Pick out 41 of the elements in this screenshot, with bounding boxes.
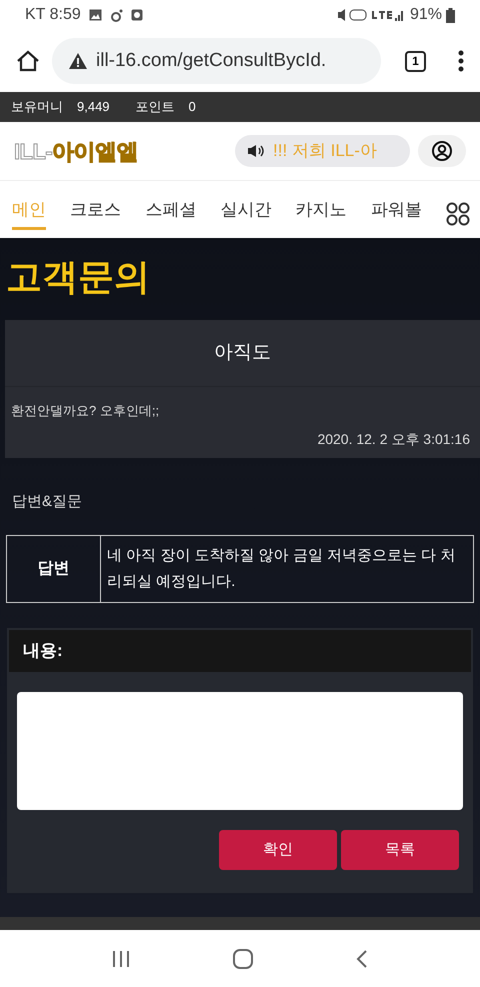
signal-status-icon: [336, 8, 406, 22]
section-label: 답변&질문: [12, 493, 82, 510]
page-title: 고객문의: [5, 255, 151, 299]
battery-icon: [446, 8, 455, 22]
warning-icon: [68, 52, 88, 70]
image-icon: [88, 9, 102, 21]
status-time: KT 8:59: [25, 5, 81, 25]
home-button-icon[interactable]: [232, 948, 253, 968]
battery-percent: 91%: [410, 5, 442, 25]
site-logo[interactable]: ILL-아이엘엘: [14, 134, 138, 168]
nav-tab[interactable]: 스페셜: [145, 197, 196, 230]
notice-ticker: !!! 저희 ILL-아: [235, 135, 410, 167]
inquiry-subject: 아직도: [214, 340, 271, 365]
menu-icon[interactable]: [458, 50, 464, 72]
address-bar[interactable]: ill-16.com/getConsultBycId.: [52, 38, 381, 84]
home-icon[interactable]: [16, 50, 40, 72]
profile-button[interactable]: [418, 135, 466, 167]
table-header-cell: 답변: [7, 536, 101, 602]
nav-tab[interactable]: 실시간: [220, 197, 272, 230]
nav-tab[interactable]: 파워볼: [370, 197, 422, 230]
form-button[interactable]: 확인: [219, 830, 337, 870]
clock-icon: [130, 9, 143, 21]
account-label: 포인트: [136, 98, 175, 116]
table-cell-text: 네 아직 장이 도착하질 않아 금일 저녁중으로는 다 처리되실 예정입니다.: [106, 546, 456, 592]
inquiry-date: 2020. 12. 2 오후 3:01:16: [317, 430, 470, 449]
nav-tab[interactable]: 크로스: [70, 197, 122, 230]
speaker-icon: [247, 144, 265, 158]
nav-tab[interactable]: 카지노: [296, 197, 347, 230]
form-button[interactable]: 목록: [341, 830, 459, 870]
url-text: ill-16.com/getConsultBycId.: [96, 48, 326, 73]
grid-menu-icon[interactable]: [446, 202, 470, 226]
account-value: 0: [188, 98, 196, 116]
inquiry-body: 환전안댈까요? 오후인데;;: [11, 403, 160, 418]
back-icon[interactable]: [356, 950, 368, 968]
form-label: 내용:: [23, 640, 63, 662]
recent-apps-icon[interactable]: [112, 950, 130, 968]
account-value: 9,449: [77, 98, 110, 116]
user-icon: [432, 141, 452, 161]
tab-count-button[interactable]: 1: [405, 50, 426, 72]
record-icon: [110, 8, 123, 22]
account-label: 보유머니: [11, 98, 63, 116]
